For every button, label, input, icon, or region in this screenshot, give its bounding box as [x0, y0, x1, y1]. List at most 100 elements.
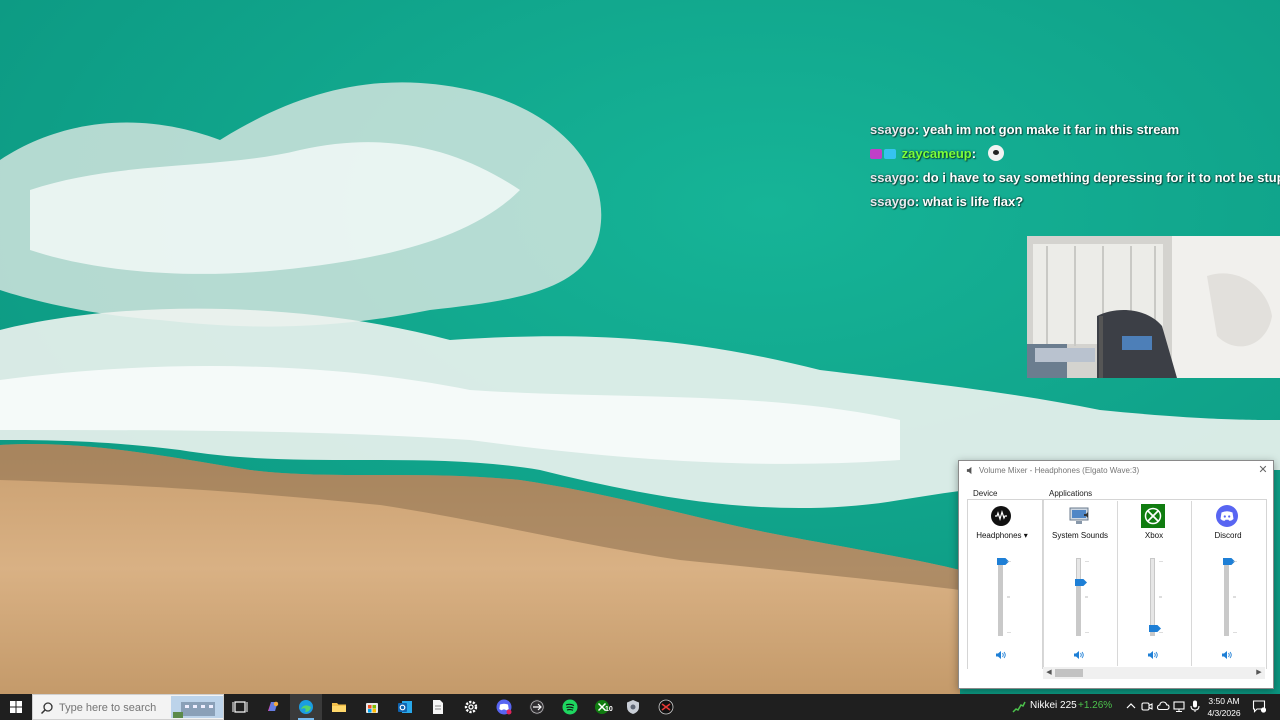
discord-icon	[1216, 505, 1238, 527]
system-sounds-icon	[1069, 507, 1089, 524]
webcam-feed-image	[1027, 236, 1280, 378]
meet-now-icon[interactable]	[1140, 699, 1154, 713]
mute-button[interactable]	[1221, 649, 1233, 661]
gem-badge-icon	[884, 149, 896, 159]
scroll-right-button[interactable]: ▶	[1253, 667, 1265, 679]
mixer-title: Volume Mixer - Headphones (Elgato Wave:3…	[979, 466, 1140, 475]
xbox-notification-badge: 10	[605, 706, 613, 713]
microphone-icon[interactable]	[1188, 699, 1202, 713]
taskbar: 10 Nikkei 225 +1.26% 3:50 AM 4/3/2026	[0, 694, 1280, 720]
chat-username: ssaygo	[870, 170, 915, 185]
start-button[interactable]	[0, 694, 32, 720]
scrollbar-thumb[interactable]	[1055, 669, 1083, 677]
search-input[interactable]	[59, 699, 169, 717]
mute-button[interactable]	[995, 649, 1007, 661]
chat-text: yeah im not gon make it far in this stre…	[922, 122, 1180, 137]
device-dropdown[interactable]: Headphones ▾	[965, 531, 1039, 540]
task-view-button[interactable]	[224, 694, 256, 720]
webcam-overlay	[1027, 236, 1280, 378]
channel-headphones: Headphones ▾	[965, 501, 1039, 681]
mute-button[interactable]	[1073, 649, 1085, 661]
notepad-button[interactable]	[422, 694, 454, 720]
chat-username: zaycameup	[901, 146, 972, 161]
clock-time: 3:50 AM	[1208, 696, 1240, 706]
chevron-up-icon[interactable]	[1124, 699, 1138, 713]
ticker-name[interactable]: Nikkei 225	[1030, 700, 1077, 711]
channel-name: Headphones	[976, 531, 1022, 540]
close-button[interactable]: ✕	[1256, 463, 1270, 477]
applications-section-label: Applications	[1049, 489, 1093, 498]
chat-username: ssaygo	[870, 122, 915, 137]
discord-icon	[496, 699, 512, 715]
elgato-icon	[991, 506, 1011, 526]
system-clock[interactable]: 3:50 AM 4/3/2026	[1202, 695, 1246, 719]
horizontal-scrollbar[interactable]: ◀ ▶	[1043, 667, 1265, 679]
volume-slider-fill	[1150, 632, 1155, 636]
outlook-icon	[398, 701, 412, 713]
xbox-icon	[1141, 504, 1165, 528]
channel-name: Discord	[1214, 531, 1242, 540]
mixer-title-bar[interactable]: Volume Mixer - Headphones (Elgato Wave:3…	[959, 461, 1273, 481]
copilot-icon	[268, 701, 279, 711]
volume-slider-fill	[1076, 586, 1081, 636]
outlook-button[interactable]	[389, 694, 421, 720]
cheat-engine-icon	[658, 699, 674, 715]
slider-ticks	[1085, 561, 1089, 633]
chat-separator: :	[971, 146, 977, 161]
clock-date: 4/3/2026	[1207, 708, 1241, 718]
file-explorer-button[interactable]	[323, 694, 355, 720]
settings-button[interactable]	[455, 694, 487, 720]
channel-xbox: Xbox	[1117, 501, 1191, 681]
taskbar-search[interactable]	[32, 694, 224, 720]
volume-mixer-window[interactable]: Volume Mixer - Headphones (Elgato Wave:3…	[958, 460, 1274, 689]
cheat-engine-button[interactable]	[650, 694, 682, 720]
windows-logo-icon	[10, 701, 22, 713]
file-explorer-icon	[332, 703, 346, 712]
skull-emote-icon	[987, 145, 1004, 161]
slider-ticks	[1007, 561, 1011, 633]
notepad-icon	[433, 700, 443, 714]
chat-message: ssaygo: yeah im not gon make it far in t…	[870, 120, 1280, 144]
spotify-button[interactable]	[554, 694, 586, 720]
chat-separator: :	[914, 122, 920, 137]
device-section-label: Device	[973, 489, 998, 498]
obs-button[interactable]	[521, 694, 553, 720]
stock-chart-icon	[1012, 701, 1026, 713]
obs-icon	[529, 699, 545, 715]
chat-text: do i have to say something depressing fo…	[922, 170, 1280, 185]
chevron-down-icon: ▾	[1023, 531, 1028, 540]
chat-message: zaycameup:	[870, 144, 1280, 168]
channel-name: Xbox	[1144, 531, 1164, 540]
search-icon	[40, 702, 53, 715]
task-view-icon	[232, 701, 248, 713]
chat-separator: :	[914, 170, 920, 185]
subscriber-badge-icon	[870, 149, 882, 159]
stream-chat-overlay: ssaygo: yeah im not gon make it far in t…	[870, 120, 1280, 216]
channel-system-sounds: System Sounds	[1043, 501, 1117, 681]
notification-center-icon[interactable]	[1252, 699, 1266, 713]
volume-slider-fill	[1224, 565, 1229, 636]
cloud-icon[interactable]	[1156, 699, 1170, 713]
mute-button[interactable]	[1147, 649, 1159, 661]
settings-icon	[464, 700, 478, 714]
channel-name: System Sounds	[1051, 531, 1109, 540]
network-icon[interactable]	[1172, 699, 1186, 713]
search-highlight-image	[171, 696, 223, 718]
slider-ticks	[1159, 561, 1163, 633]
copilot-button[interactable]	[257, 694, 289, 720]
xbox-taskbar-button[interactable]: 10	[587, 694, 619, 720]
scroll-left-button[interactable]: ◀	[1043, 667, 1055, 679]
volume-slider-track[interactable]	[1150, 558, 1155, 636]
edge-button[interactable]	[290, 694, 322, 720]
vpn-button[interactable]	[617, 694, 649, 720]
microsoft-store-button[interactable]	[356, 694, 388, 720]
volume-slider-fill	[998, 565, 1003, 636]
chat-message: ssaygo: what is life flax?	[870, 192, 1280, 216]
chat-message: ssaygo: do i have to say something depre…	[870, 168, 1280, 192]
ticker-change[interactable]: +1.26%	[1078, 700, 1112, 711]
edge-icon	[299, 700, 313, 714]
speaker-icon	[966, 466, 972, 475]
spotify-icon	[562, 699, 578, 715]
chat-text: what is life flax?	[922, 194, 1024, 209]
discord-taskbar-button[interactable]	[488, 694, 520, 720]
